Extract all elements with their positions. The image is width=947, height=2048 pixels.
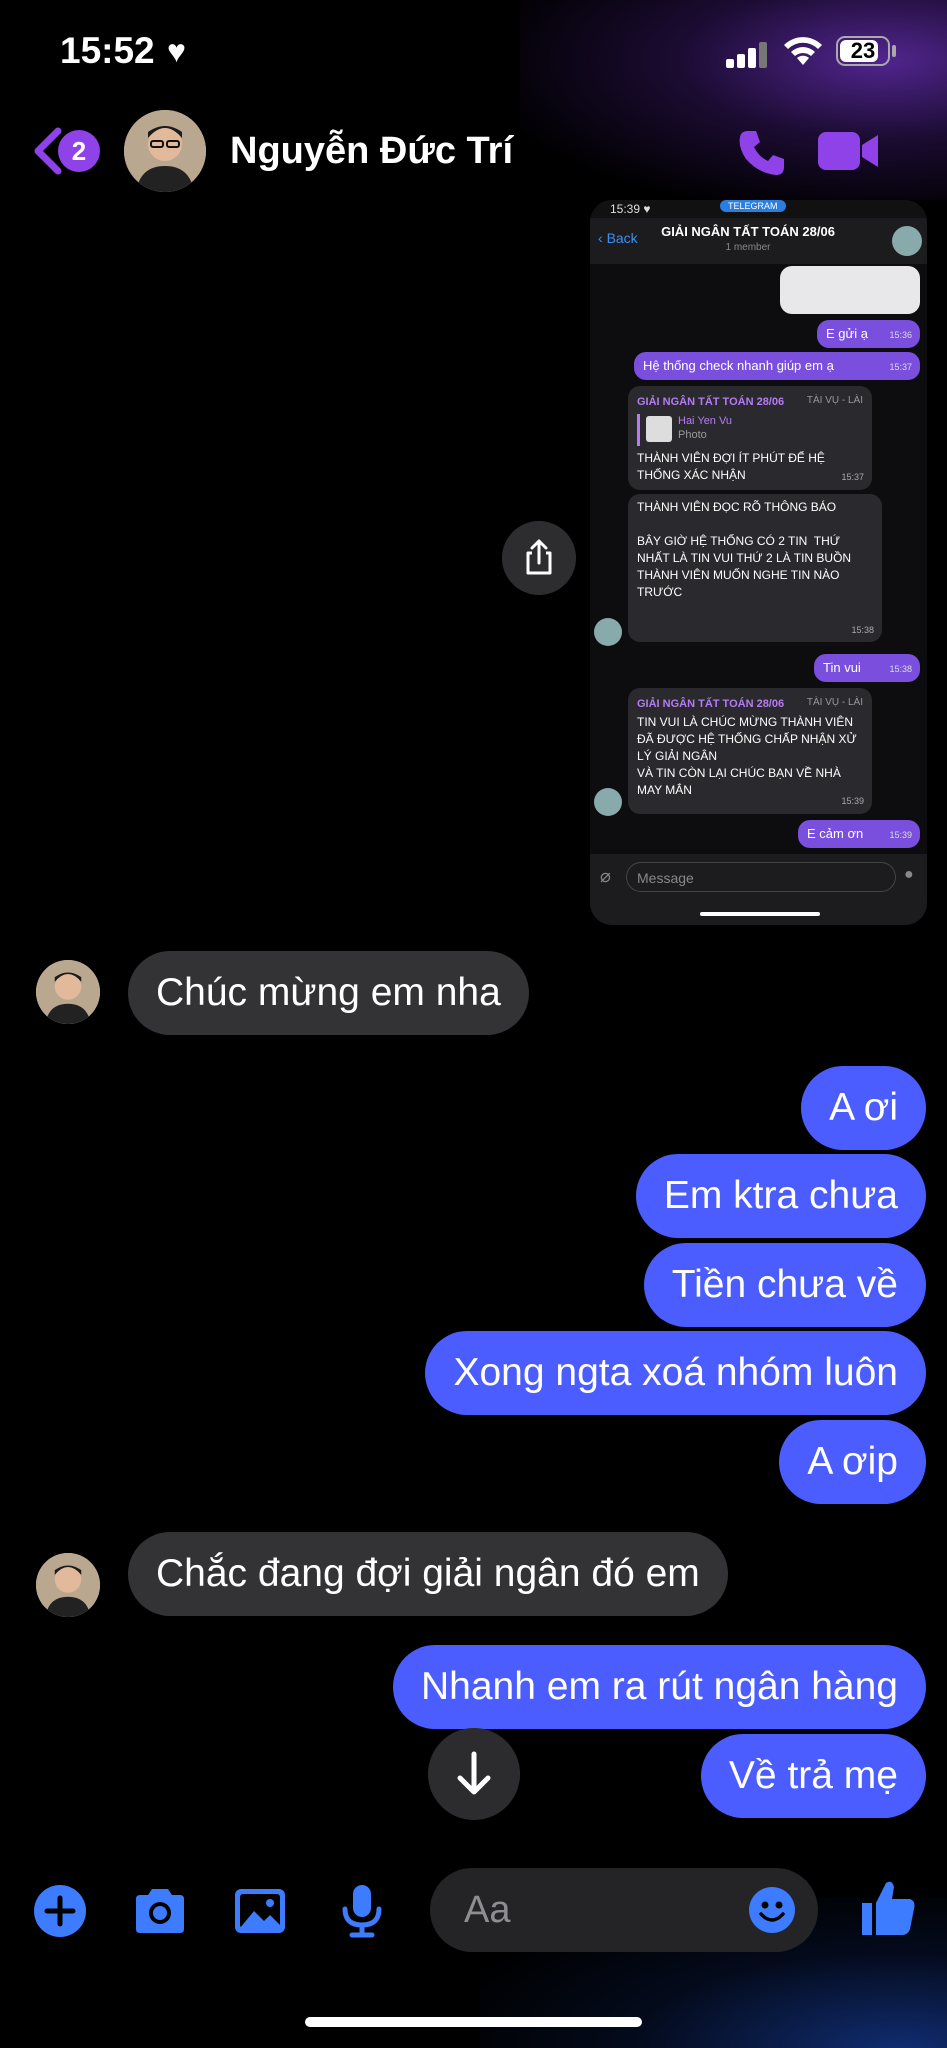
message-bubble-3[interactable]: Tiền chưa về: [643, 1243, 926, 1327]
emoji-icon[interactable]: [748, 1886, 796, 1934]
message-bubble-8[interactable]: Về trả mẹ: [700, 1734, 926, 1818]
screenshot-image-message: [780, 266, 920, 314]
status-bar: 15:52 ♥ 23: [0, 0, 947, 100]
screenshot-input-bar: ⌀ Message ●: [590, 854, 927, 925]
screenshot-group-subtitle: 1 member: [725, 242, 771, 253]
screenshot-message-4-time: 15:38: [889, 664, 912, 674]
photo-gallery-icon[interactable]: [232, 1883, 288, 1939]
screenshot-attach-icon: ⌀: [600, 866, 611, 886]
sender-avatar-2[interactable]: [36, 1553, 100, 1617]
message-bubble-2[interactable]: Em ktra chưa: [635, 1154, 926, 1238]
screenshot-message-5-time: 15:39: [841, 796, 864, 806]
screenshot-message-field: Message: [626, 862, 896, 892]
thumbs-up-icon[interactable]: [858, 1877, 918, 1939]
composer-bar: Aa: [0, 1855, 947, 1965]
contact-name[interactable]: Nguyễn Đức Trí: [230, 130, 513, 173]
screenshot-message-2-time: 15:37: [841, 472, 864, 482]
screenshot-message-1-time: 15:37: [889, 362, 912, 372]
share-icon[interactable]: [502, 521, 576, 595]
plus-icon[interactable]: [32, 1883, 88, 1939]
screenshot-group-title: GIẢI NGÂN TẤT TOÁN 28/06: [661, 224, 835, 239]
screenshot-message-0: E gửi ạ 15:36: [817, 320, 920, 348]
screenshot-message-5-sender: GIẢI NGÂN TẤT TOÁN 28/06: [637, 698, 785, 710]
screenshot-time: 15:39 ♥: [610, 202, 651, 216]
message-input[interactable]: Aa: [430, 1868, 818, 1952]
home-indicator: [305, 2017, 642, 2027]
screenshot-status-bar: 15:39 ♥ TELEGRAM: [590, 200, 927, 218]
screenshot-reply-name: Hai Yen Vu: [678, 415, 733, 427]
screenshot-back-text: Back: [606, 230, 638, 246]
battery-level: 23: [850, 38, 876, 63]
screenshot-message-4-text: Tin vui: [823, 660, 861, 675]
screenshot-home-indicator: [700, 912, 820, 916]
screenshot-message-1-text: Hệ thống check nhanh giúp em ạ: [643, 358, 834, 373]
unread-badge[interactable]: 2: [58, 130, 100, 172]
heart-icon: ♥: [167, 33, 186, 69]
screenshot-message-5-sender-tag: TÀI VỤ - LÀI: [806, 697, 863, 708]
screenshot-reply-preview: Hai Yen Vu Photo: [637, 414, 863, 446]
message-bubble-1[interactable]: A ơi: [801, 1066, 926, 1150]
screenshot-message-0-text: E gửi ạ: [826, 326, 868, 341]
battery-icon: 23: [836, 36, 890, 66]
sender-avatar[interactable]: [36, 960, 100, 1024]
message-input-placeholder: Aa: [464, 1889, 511, 1931]
screenshot-mic-icon: ●: [904, 866, 914, 883]
screenshot-message-4: Tin vui 15:38: [814, 654, 920, 682]
screenshot-sender-avatar-2: [594, 788, 622, 816]
screenshot-message-2-text: THÀNH VIÊN ĐỢI ÍT PHÚT ĐỂ HỆ THỐNG XÁC N…: [637, 451, 825, 482]
chat-header: 2 Nguyễn Đức Trí: [0, 100, 947, 205]
message-bubble-7[interactable]: Nhanh em ra rút ngân hàng: [393, 1645, 926, 1729]
message-bubble-5[interactable]: A ơip: [779, 1420, 926, 1504]
screenshot-message-5: GIẢI NGÂN TẤT TOÁN 28/06 TÀI VỤ - LÀI TI…: [628, 688, 872, 814]
screenshot-message-2-sender-tag: TÀI VỤ - LÀI: [806, 395, 863, 406]
phone-icon[interactable]: [734, 125, 790, 181]
message-bubble-6[interactable]: Chắc đang đợi giải ngân đó em: [128, 1532, 728, 1616]
telegram-pill: TELEGRAM: [720, 200, 786, 212]
screenshot-message-2-sender: GIẢI NGÂN TẤT TOÁN 28/06: [637, 396, 785, 408]
screenshot-message-3: THÀNH VIÊN ĐỌC RÕ THÔNG BÁO BÂY GIỜ HỆ T…: [628, 494, 882, 642]
screenshot-back-label: ‹ Back: [598, 230, 638, 246]
screenshot-reply-type: Photo: [678, 429, 707, 441]
status-time: 15:52: [60, 30, 155, 71]
cellular-signal-icon: [726, 42, 770, 68]
screenshot-message-3-time: 15:38: [851, 625, 874, 635]
scroll-down-arrow-icon[interactable]: [428, 1728, 520, 1820]
video-camera-icon[interactable]: [816, 126, 880, 176]
microphone-icon[interactable]: [334, 1883, 390, 1939]
shared-screenshot-image[interactable]: 15:39 ♥ TELEGRAM ‹ Back GIẢI NGÂN TẤT TO…: [590, 200, 927, 925]
screenshot-sender-avatar: [594, 618, 622, 646]
contact-avatar[interactable]: [124, 110, 206, 192]
screenshot-message-1: Hệ thống check nhanh giúp em ạ 15:37: [634, 352, 920, 380]
message-bubble-0[interactable]: Chúc mừng em nha: [128, 951, 529, 1035]
screenshot-message-6: E cảm ơn 15:39: [798, 820, 920, 848]
screenshot-chat-body: E gửi ạ 15:36 Hệ thống check nhanh giúp …: [590, 264, 927, 854]
screenshot-group-avatar: [892, 226, 922, 256]
message-bubble-4[interactable]: Xong ngta xoá nhóm luôn: [425, 1331, 926, 1415]
battery-tip: [892, 45, 896, 57]
screenshot-message-3-text: THÀNH VIÊN ĐỌC RÕ THÔNG BÁO BÂY GIỜ HỆ T…: [637, 500, 852, 599]
screenshot-message-6-text: E cảm ơn: [807, 826, 864, 841]
screenshot-header: ‹ Back GIẢI NGÂN TẤT TOÁN 28/06 1 member: [590, 218, 927, 265]
wifi-icon: [784, 37, 822, 65]
screenshot-reply-thumbnail: [646, 416, 672, 442]
screenshot-message-5-text: TIN VUI LÀ CHÚC MỪNG THÀNH VIÊN ĐÃ ĐƯỢC …: [637, 715, 857, 797]
screenshot-message-0-time: 15:36: [889, 330, 912, 340]
screenshot-message-2: GIẢI NGÂN TẤT TOÁN 28/06 TÀI VỤ - LÀI Ha…: [628, 386, 872, 490]
screenshot-message-6-time: 15:39: [889, 830, 912, 840]
camera-icon[interactable]: [132, 1883, 188, 1939]
